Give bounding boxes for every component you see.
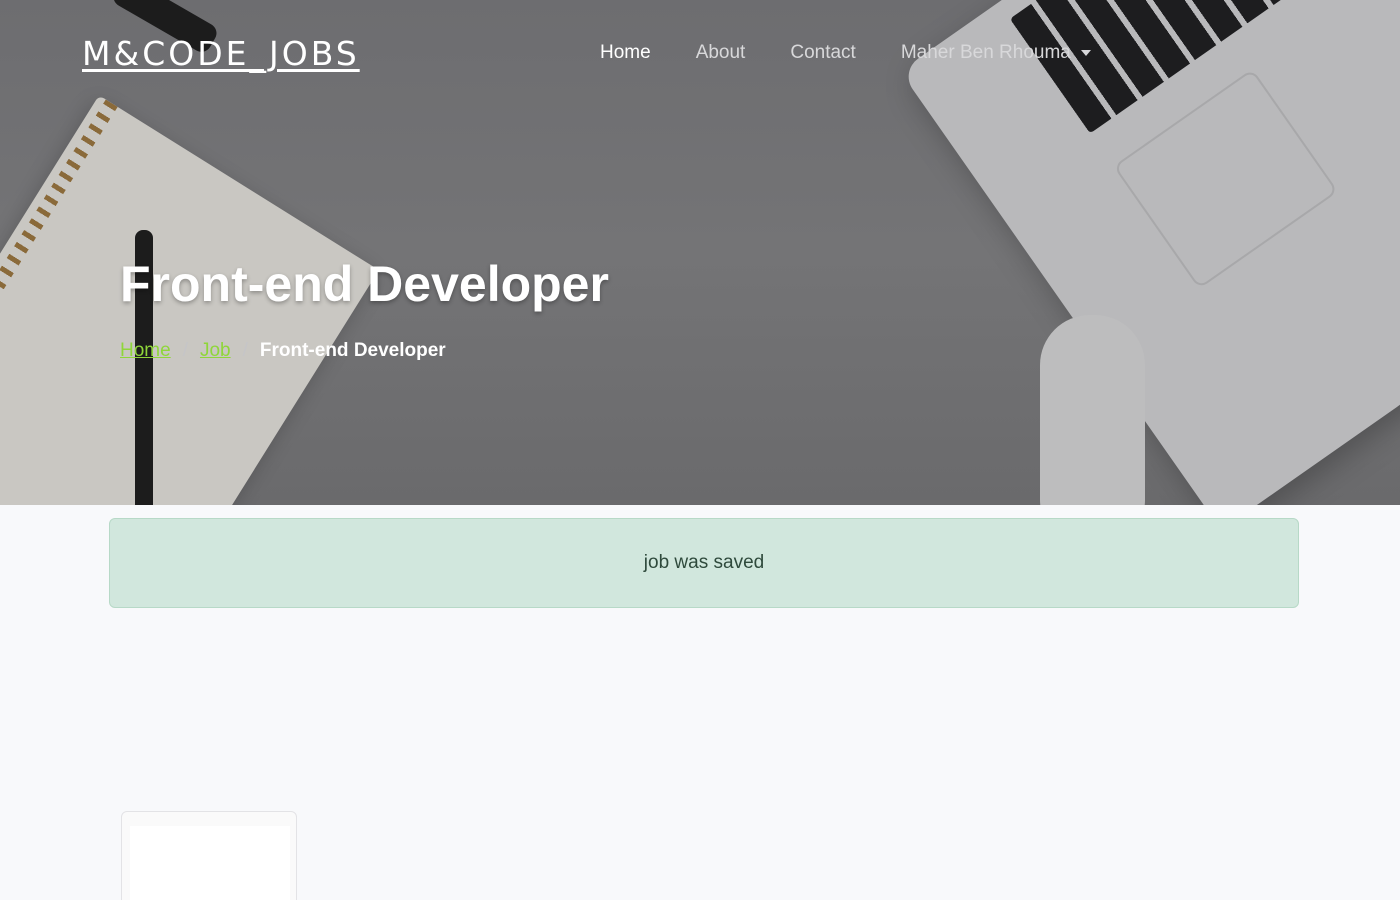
alert-message: job was saved bbox=[643, 552, 765, 573]
breadcrumb-separator: / bbox=[242, 340, 248, 361]
navbar: M&CODE_JOBS Home About Contact Maher Ben… bbox=[0, 0, 1400, 105]
nav-about[interactable]: About bbox=[696, 42, 746, 64]
card-content bbox=[130, 826, 290, 900]
breadcrumb: Home / Job / Front-end Developer bbox=[120, 340, 446, 362]
user-menu-dropdown[interactable]: Maher Ben Rhouma bbox=[901, 42, 1091, 64]
breadcrumb-current: Front-end Developer bbox=[259, 340, 446, 361]
hero-banner: M&CODE_JOBS Home About Contact Maher Ben… bbox=[0, 0, 1400, 505]
breadcrumb-separator: / bbox=[182, 340, 188, 361]
job-card bbox=[121, 811, 297, 900]
breadcrumb-job[interactable]: Job bbox=[200, 340, 231, 362]
nav-contact[interactable]: Contact bbox=[790, 42, 855, 64]
breadcrumb-home[interactable]: Home bbox=[120, 340, 171, 362]
nav-home[interactable]: Home bbox=[600, 42, 651, 64]
caret-down-icon bbox=[1080, 49, 1091, 56]
brand-logo[interactable]: M&CODE_JOBS bbox=[82, 34, 360, 73]
success-alert: job was saved bbox=[109, 518, 1299, 608]
user-menu-label: Maher Ben Rhouma bbox=[900, 42, 1071, 63]
page-title: Front-end Developer bbox=[120, 256, 609, 312]
mouse-image bbox=[1040, 315, 1145, 505]
nav-links: Home About Contact Maher Ben Rhouma bbox=[600, 42, 1091, 64]
notebook-spiral bbox=[0, 99, 118, 472]
